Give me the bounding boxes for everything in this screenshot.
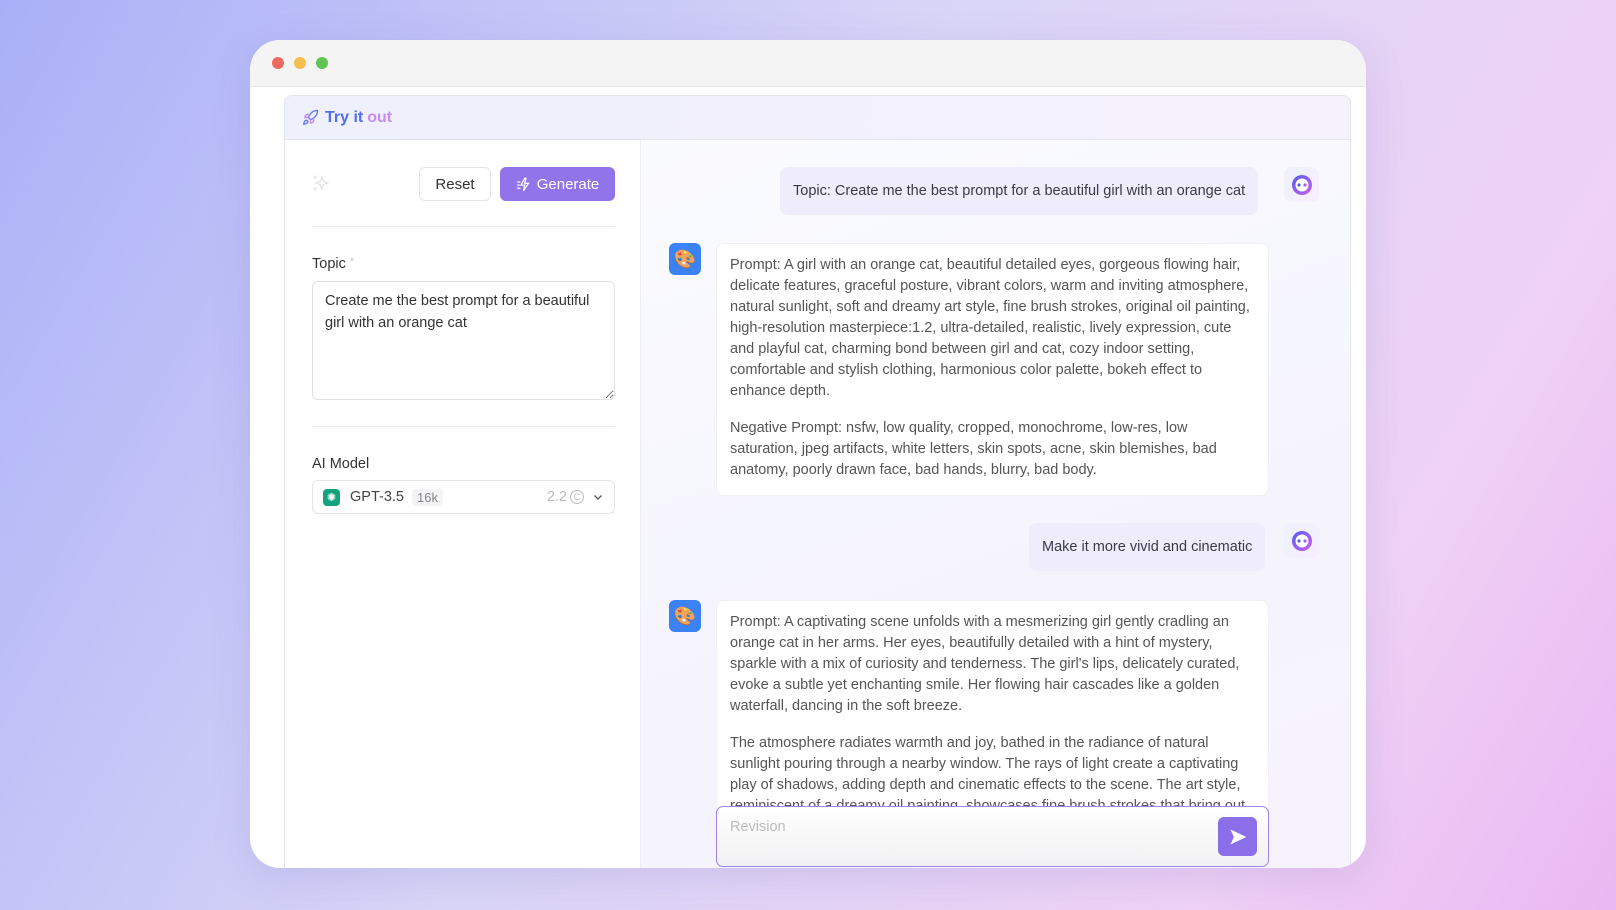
bot-avatar: 🎨 — [669, 600, 701, 632]
user-avatar — [1284, 523, 1319, 558]
card-header: Try it out — [285, 96, 1350, 140]
title-bar — [250, 40, 1366, 87]
chevron-down-icon — [594, 495, 602, 500]
user-message: Topic: Create me the best prompt for a b… — [780, 167, 1259, 215]
revision-input[interactable]: Revision — [716, 806, 1269, 867]
bot-message: Prompt: A captivating scene unfolds with… — [716, 600, 1269, 810]
rocket-icon — [302, 109, 319, 126]
topic-label-text: Topic — [312, 256, 346, 272]
generate-label: Generate — [536, 175, 600, 193]
required-mark: * — [349, 256, 355, 268]
openai-icon: ✺ — [323, 488, 340, 506]
revision-placeholder: Revision — [730, 819, 786, 835]
close-window-button[interactable] — [272, 57, 284, 69]
divider — [312, 226, 615, 227]
minimize-window-button[interactable] — [294, 57, 306, 69]
lightning-icon — [516, 177, 530, 191]
divider — [312, 426, 615, 427]
message-text: Make it more vivid and cinematic — [1042, 538, 1253, 555]
context-badge: 16k — [412, 488, 443, 506]
topic-textarea[interactable]: Create me the best prompt for a beautifu… — [312, 281, 615, 400]
topic-label: Topic * — [312, 256, 354, 272]
maximize-window-button[interactable] — [316, 57, 328, 69]
ai-model-select[interactable]: ✺ GPT-3.5 16k 2.2 C — [312, 480, 615, 514]
send-button[interactable] — [1218, 817, 1257, 856]
user-avatar — [1284, 167, 1319, 202]
ai-model-label: AI Model — [312, 456, 370, 472]
card-title-part1: Try it — [325, 108, 364, 126]
form-panel: Reset Generate Topic * Create me the bes… — [285, 140, 641, 868]
send-icon — [1230, 829, 1246, 844]
reset-button[interactable]: Reset — [419, 167, 491, 201]
message-paragraph: Prompt: A captivating scene unfolds with… — [730, 614, 1240, 714]
bot-message: Prompt: A girl with an orange cat, beaut… — [716, 243, 1269, 496]
model-cost: 2.2 — [546, 489, 567, 505]
palette-icon: 🎨 — [673, 605, 697, 626]
generate-button[interactable]: Generate — [500, 167, 615, 201]
palette-icon: 🎨 — [673, 248, 697, 269]
bot-avatar: 🎨 — [669, 243, 701, 275]
try-it-out-card: Try it out Reset Generate Topic * Create… — [284, 95, 1351, 868]
reset-label: Reset — [435, 175, 475, 193]
credit-icon: C — [570, 490, 584, 504]
message-paragraph: Prompt: A girl with an orange cat, beaut… — [730, 257, 1250, 399]
app-window: Try it out Reset Generate Topic * Create… — [250, 40, 1366, 868]
sparkles-icon — [313, 175, 330, 191]
message-paragraph: The atmosphere radiates warmth and joy, … — [730, 735, 1246, 810]
message-text: Topic: Create me the best prompt for a b… — [793, 182, 1246, 199]
chat-panel: Topic: Create me the best prompt for a b… — [641, 140, 1350, 868]
model-name: GPT-3.5 — [350, 489, 404, 505]
user-message: Make it more vivid and cinematic — [1029, 523, 1266, 571]
message-paragraph: Negative Prompt: nsfw, low quality, crop… — [730, 420, 1217, 478]
card-title-part2: out — [367, 108, 393, 126]
